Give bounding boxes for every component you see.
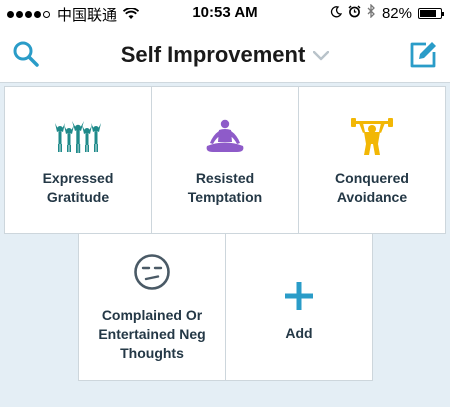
add-label: Add: [285, 325, 313, 341]
add-tile-button[interactable]: Add: [225, 233, 373, 381]
tile-complained-neg-thoughts[interactable]: Complained Or Entertained Neg Thoughts: [78, 233, 226, 381]
chevron-down-icon[interactable]: [313, 48, 330, 66]
tile-conquered-avoidance[interactable]: Conquered Avoidance: [298, 86, 446, 234]
tile-label: Expressed Gratitude: [42, 170, 114, 205]
battery-percentage: 82%: [381, 4, 412, 22]
unamused-face-icon: [133, 250, 171, 294]
nav-bar: Self Improvement: [0, 28, 450, 83]
moon-icon: [330, 5, 343, 22]
gratitude-icon: [52, 115, 104, 159]
tile-label: Complained Or Entertained Neg Thoughts: [98, 307, 206, 361]
tile-expressed-gratitude[interactable]: Expressed Gratitude: [4, 86, 152, 234]
bluetooth-icon: [367, 3, 376, 22]
compose-icon[interactable]: [406, 38, 440, 72]
tile-resisted-temptation[interactable]: Resisted Temptation: [151, 86, 299, 234]
status-bar: 中国联通 10:53 AM 82%: [0, 0, 450, 28]
alarm-icon: [348, 5, 361, 22]
meditation-icon: [203, 115, 247, 159]
weightlifter-icon: [350, 115, 394, 159]
tile-label: Conquered Avoidance: [335, 170, 409, 205]
battery-icon: [418, 7, 444, 19]
page-title[interactable]: Self Improvement: [121, 42, 306, 68]
nav-title-group[interactable]: Self Improvement: [0, 28, 450, 82]
plus-icon: [284, 274, 314, 318]
tile-label: Resisted Temptation: [187, 170, 263, 205]
status-right: 82%: [324, 3, 444, 22]
